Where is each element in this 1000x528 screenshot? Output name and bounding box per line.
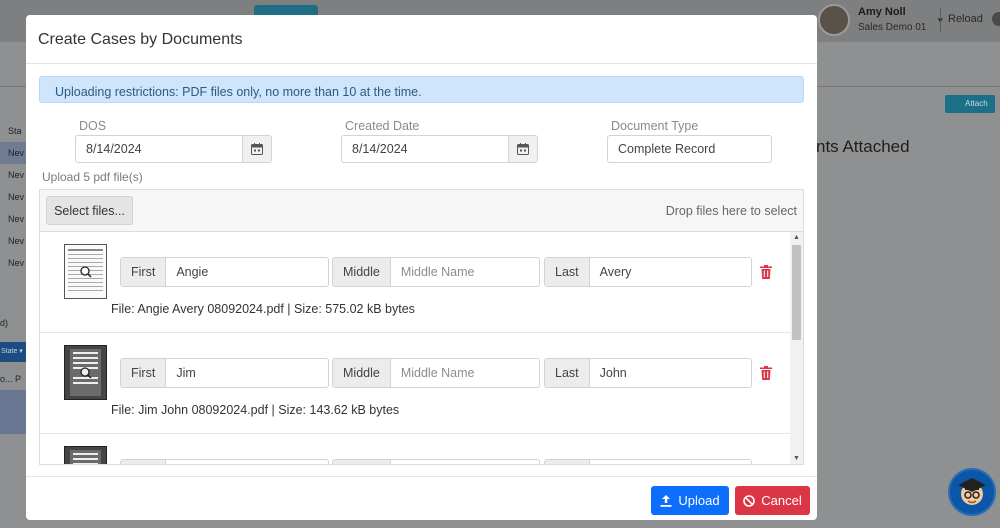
middle-name-placeholder[interactable]: Middle Name <box>391 460 539 464</box>
last-name-label: Last <box>545 258 590 286</box>
document-type-field[interactable]: Complete Record <box>607 135 772 163</box>
last-name-field[interactable]: Last John <box>544 358 752 388</box>
attach-label: Attach <box>965 99 988 108</box>
trash-icon[interactable] <box>760 366 772 380</box>
calendar-button[interactable] <box>242 136 271 162</box>
document-type-label: Document Type <box>611 119 699 133</box>
middle-name-label: Middle <box>333 460 391 464</box>
last-name-label: Last <box>545 359 590 387</box>
middle-name-placeholder[interactable]: Middle Name <box>391 258 539 286</box>
create-cases-modal: Create Cases by Documents Uploading rest… <box>26 15 817 520</box>
created-date-value[interactable]: 8/14/2024 <box>342 136 508 162</box>
upload-label: Upload <box>678 493 720 508</box>
last-name-value[interactable]: John <box>590 359 751 387</box>
list-item: First Jim Middle Middle Name Last John F… <box>40 333 791 434</box>
table-row: Nev <box>8 214 25 224</box>
select-files-button[interactable]: Select files... <box>46 196 133 225</box>
document-preview-icon <box>70 450 101 464</box>
last-name-value[interactable] <box>590 460 751 464</box>
list-item: First Middle Middle Name Last <box>40 434 791 464</box>
dos-field[interactable]: 8/14/2024 <box>75 135 272 163</box>
middle-name-field[interactable]: Middle Middle Name <box>332 257 540 287</box>
file-list: First Angie Middle Middle Name Last Aver… <box>40 232 803 464</box>
last-name-label: Last <box>545 460 590 464</box>
user-name: Amy Noll <box>858 6 906 18</box>
assistant-button[interactable] <box>948 468 996 516</box>
table-row: Nev <box>8 236 25 246</box>
created-date-label: Created Date <box>345 119 420 133</box>
attachments-heading: nts Attached <box>816 137 910 156</box>
pdf-thumbnail[interactable] <box>64 446 107 464</box>
upload-hint: Upload 5 pdf file(s) <box>42 170 143 184</box>
first-name-value[interactable]: Jim <box>166 359 328 387</box>
last-name-field[interactable]: Last <box>544 459 752 464</box>
attach-button: Attach <box>945 95 995 113</box>
graduate-face-icon <box>958 478 986 505</box>
avatar <box>818 4 850 36</box>
table-row: Nev <box>8 170 25 180</box>
drop-zone-text: Drop files here to select <box>665 204 797 218</box>
modal-header: Create Cases by Documents <box>26 15 817 64</box>
middle-name-field[interactable]: Middle Middle Name <box>332 358 540 388</box>
trash-icon[interactable] <box>760 265 772 279</box>
last-name-field[interactable]: Last Avery <box>544 257 752 287</box>
scroll-down-icon[interactable]: ▼ <box>793 455 800 462</box>
middle-name-placeholder[interactable]: Middle Name <box>391 359 539 387</box>
file-info: File: Angie Avery 08092024.pdf | Size: 5… <box>111 302 415 316</box>
middle-name-field[interactable]: Middle Middle Name <box>332 459 540 464</box>
file-upload-area[interactable]: Select files... Drop files here to selec… <box>39 189 804 465</box>
help-circle-icon <box>992 12 1000 26</box>
cancel-button[interactable]: Cancel <box>735 486 810 515</box>
user-menu: Amy Noll Sales Demo 01 ▼ <box>818 4 944 36</box>
first-name-value[interactable]: Angie <box>166 258 328 286</box>
file-list-scrollbar[interactable]: ▲ ▼ <box>790 232 803 464</box>
background-text: o... P <box>0 374 22 384</box>
pdf-thumbnail[interactable] <box>64 244 107 299</box>
scrollbar-thumb[interactable] <box>792 245 801 340</box>
file-info: File: Jim John 08092024.pdf | Size: 143.… <box>111 403 400 417</box>
first-name-field[interactable]: First Angie <box>120 257 329 287</box>
state-filter: State ▾ <box>0 342 26 362</box>
state-filter-label: State <box>1 348 18 355</box>
document-preview-icon <box>68 249 103 291</box>
modal-title: Create Cases by Documents <box>38 31 243 48</box>
background-panel <box>0 390 26 434</box>
calendar-icon <box>251 143 263 155</box>
reload-link: Reload <box>948 13 983 25</box>
dos-label: DOS <box>79 119 107 133</box>
table-row: Nev <box>0 142 26 164</box>
pdf-thumbnail[interactable] <box>64 345 107 400</box>
middle-name-label: Middle <box>333 258 391 286</box>
calendar-button[interactable] <box>508 136 537 162</box>
document-preview-icon <box>70 349 101 396</box>
calendar-icon <box>517 143 529 155</box>
upload-icon <box>660 494 672 507</box>
dos-value[interactable]: 8/14/2024 <box>76 136 242 162</box>
first-name-label: First <box>121 359 167 387</box>
ban-icon <box>743 494 756 507</box>
first-name-label: First <box>121 258 167 286</box>
first-name-field[interactable]: First <box>120 459 329 464</box>
first-name-value[interactable] <box>166 460 328 464</box>
table-row: Sta <box>8 126 22 136</box>
table-row: Nev <box>8 258 25 268</box>
first-name-field[interactable]: First Jim <box>120 358 329 388</box>
upload-toolbar: Select files... Drop files here to selec… <box>40 190 803 232</box>
middle-name-label: Middle <box>333 359 391 387</box>
background-text: d) <box>0 318 9 328</box>
first-name-label: First <box>121 460 167 464</box>
created-date-field[interactable]: 8/14/2024 <box>341 135 538 163</box>
modal-footer: Upload Cancel <box>26 476 817 520</box>
cancel-label: Cancel <box>761 493 802 508</box>
background-table: Sta Nev Nev Nev Nev Nev Nev <box>0 120 26 274</box>
table-row: Nev <box>8 192 25 202</box>
upload-button[interactable]: Upload <box>651 486 729 515</box>
last-name-value[interactable]: Avery <box>590 258 751 286</box>
scroll-up-icon[interactable]: ▲ <box>793 234 800 241</box>
list-item: First Angie Middle Middle Name Last Aver… <box>40 232 791 333</box>
user-role: Sales Demo 01 <box>858 22 927 33</box>
topbar-divider <box>940 8 941 32</box>
upload-restrictions-alert: Uploading restrictions: PDF files only, … <box>39 76 804 103</box>
